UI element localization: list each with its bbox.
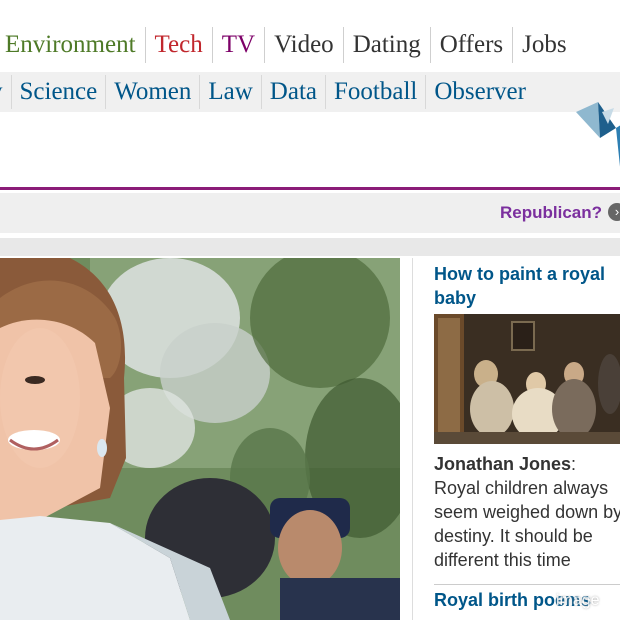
column-divider	[412, 258, 413, 620]
nav-item-observer[interactable]: Observer	[426, 75, 534, 109]
sidebar-divider	[434, 584, 620, 585]
story-thumbnail[interactable]	[434, 314, 620, 444]
nav-item-law[interactable]: Law	[200, 75, 262, 109]
nav-item-jobs[interactable]: Jobs	[513, 27, 575, 63]
sidebar-story: How to paint a royal baby Jonathan Jones…	[434, 258, 620, 610]
nav-item-video[interactable]: Video	[265, 27, 344, 63]
nav-item-football[interactable]: Football	[326, 75, 427, 109]
republican-link[interactable]: Republican?	[500, 203, 602, 223]
brand-logo-icon	[576, 102, 620, 167]
nav-item-environment[interactable]: Environment	[0, 27, 146, 63]
image-watermark: image	[556, 592, 600, 609]
nav-item-tv[interactable]: TV	[213, 27, 266, 63]
story-standfirst: Jonathan Jones: Royal children always se…	[434, 452, 620, 572]
nav-item-women[interactable]: Women	[106, 75, 201, 109]
primary-nav: Environment Tech TV Video Dating Offers …	[0, 26, 576, 64]
story-headline[interactable]: How to paint a royal baby	[434, 262, 620, 310]
promo-strip: Republican? ›	[0, 193, 620, 233]
nav-item-tech[interactable]: Tech	[146, 27, 213, 63]
nav-item-dating[interactable]: Dating	[344, 27, 431, 63]
arrow-right-icon[interactable]: ›	[608, 203, 620, 221]
story-author[interactable]: Jonathan Jones	[434, 454, 571, 474]
nav-item-data[interactable]: Data	[262, 75, 326, 109]
band-divider	[0, 238, 620, 256]
nav-item-offers[interactable]: Offers	[431, 27, 514, 63]
section-divider	[0, 187, 620, 190]
nav-item-partial[interactable]: y	[0, 75, 12, 109]
main-story-photo[interactable]	[0, 258, 400, 620]
story-text: Royal children always seem weighed down …	[434, 478, 620, 570]
secondary-nav: y Science Women Law Data Football Observ…	[0, 72, 620, 112]
nav-item-science[interactable]: Science	[12, 75, 107, 109]
